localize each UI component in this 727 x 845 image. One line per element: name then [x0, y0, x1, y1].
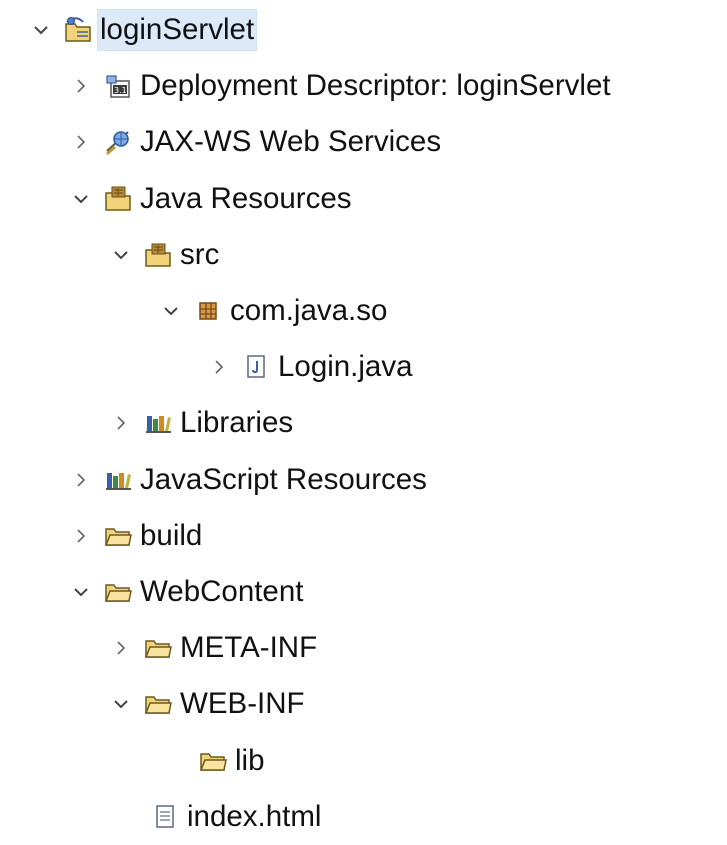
tree-item-label: Libraries: [180, 406, 294, 440]
source-folder-icon: [142, 239, 174, 271]
tree-item-label: Deployment Descriptor: loginServlet: [140, 69, 611, 103]
chevron-down-icon[interactable]: [110, 693, 132, 715]
folder-icon: [142, 632, 174, 664]
chevron-right-icon[interactable]: [110, 412, 132, 434]
chevron-right-icon[interactable]: [70, 75, 92, 97]
web-services-icon: [102, 126, 134, 158]
chevron-right-icon[interactable]: [70, 131, 92, 153]
chevron-right-icon[interactable]: [70, 525, 92, 547]
tree-item-label: JavaScript Resources: [140, 462, 427, 496]
tree-item-label: build: [140, 518, 203, 552]
folder-icon: [142, 688, 174, 720]
tree-item-javascript-resources[interactable]: JavaScript Resources: [0, 452, 727, 508]
tree-item-meta-inf[interactable]: META-INF: [0, 620, 727, 676]
chevron-down-icon[interactable]: [110, 244, 132, 266]
tree-item-label: com.java.so: [230, 294, 388, 328]
tree-item-label: WebContent: [140, 574, 304, 608]
libraries-icon: [102, 464, 134, 496]
tree-item-java-resources[interactable]: Java Resources: [0, 171, 727, 227]
java-file-icon: [240, 351, 272, 383]
tree-item-label: src: [180, 237, 220, 271]
web-project-icon: [62, 14, 94, 46]
folder-icon: [197, 745, 229, 777]
tree-item-label: Java Resources: [140, 181, 352, 215]
tree-item-jax-ws-web-services[interactable]: JAX-WS Web Services: [0, 114, 727, 170]
chevron-right-icon[interactable]: [208, 356, 230, 378]
chevron-down-icon[interactable]: [160, 300, 182, 322]
tree-item-web-inf[interactable]: WEB-INF: [0, 676, 727, 732]
tree-item-label: loginServlet: [97, 9, 258, 52]
tree-item-lib[interactable]: lib: [0, 732, 727, 788]
chevron-down-icon[interactable]: [70, 188, 92, 210]
deployment-descriptor-icon: 3.1: [102, 70, 134, 102]
tree-item-login-java[interactable]: Login.java: [0, 339, 727, 395]
tree-item-label: WEB-INF: [180, 687, 305, 721]
tree-item-build[interactable]: build: [0, 508, 727, 564]
java-resources-icon: [102, 183, 134, 215]
tree-item-libraries[interactable]: Libraries: [0, 395, 727, 451]
svg-text:3.1: 3.1: [114, 86, 127, 95]
libraries-icon: [142, 407, 174, 439]
tree-item-loginservlet[interactable]: loginServlet: [0, 2, 727, 58]
tree-item-label: lib: [235, 743, 265, 777]
chevron-down-icon[interactable]: [70, 581, 92, 603]
project-explorer-tree: loginServlet 3.1 Deployment Descriptor: …: [0, 2, 727, 845]
tree-item-label: Login.java: [278, 350, 413, 384]
tree-item-src[interactable]: src: [0, 227, 727, 283]
chevron-right-icon[interactable]: [110, 637, 132, 659]
tree-item-label: META-INF: [180, 631, 318, 665]
tree-item-webcontent[interactable]: WebContent: [0, 564, 727, 620]
tree-item-package[interactable]: com.java.so: [0, 283, 727, 339]
package-icon: [192, 295, 224, 327]
chevron-right-icon[interactable]: [70, 469, 92, 491]
folder-icon: [102, 520, 134, 552]
html-file-icon: [149, 801, 181, 833]
chevron-down-icon[interactable]: [30, 19, 52, 41]
tree-item-label: JAX-WS Web Services: [140, 125, 442, 159]
folder-icon: [102, 576, 134, 608]
tree-item-label: index.html: [187, 799, 322, 833]
tree-item-index-html[interactable]: index.html: [0, 789, 727, 845]
tree-item-deployment-descriptor[interactable]: 3.1 Deployment Descriptor: loginServlet: [0, 58, 727, 114]
